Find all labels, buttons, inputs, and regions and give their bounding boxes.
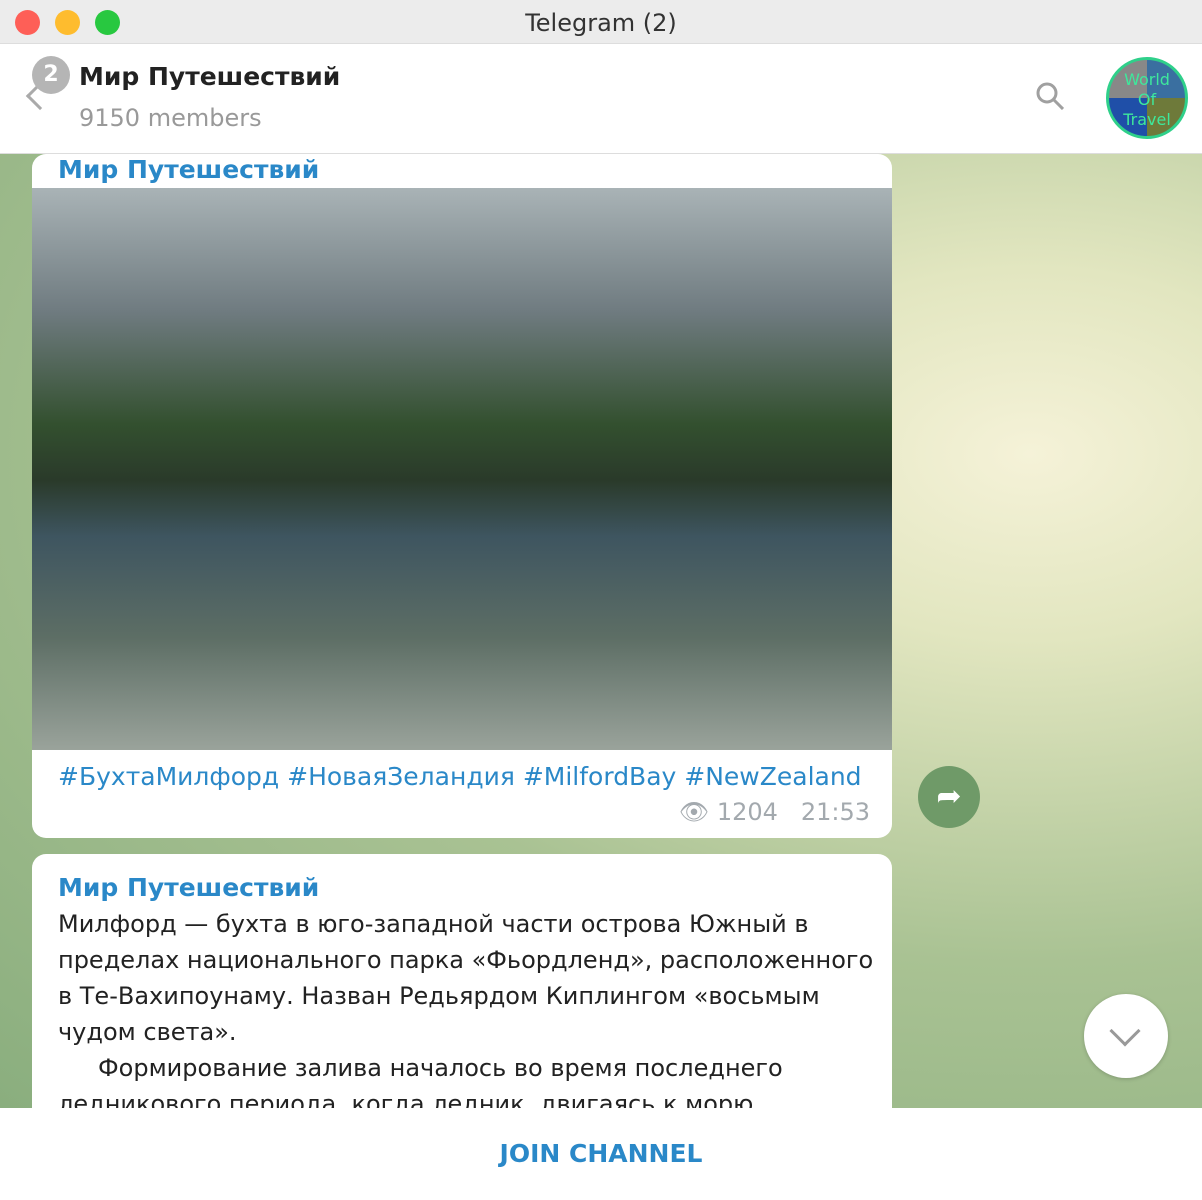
chat-background: Мир Путешествий #БухтаМилфорд #НоваяЗела…	[0, 154, 1202, 1154]
message-hashtags[interactable]: #БухтаМилфорд #НоваяЗеландия #MilfordBay…	[58, 762, 862, 791]
message-sender[interactable]: Мир Путешествий	[58, 870, 878, 906]
view-count: 1204	[716, 798, 778, 826]
unread-badge: 2	[32, 56, 70, 94]
chat-header	[0, 44, 1202, 154]
avatar-text: Of	[1137, 90, 1157, 109]
window-title: Telegram (2)	[525, 9, 677, 37]
avatar-text: World	[1124, 70, 1170, 89]
message-meta: 👁 1204 21:53	[679, 798, 870, 826]
channel-name[interactable]: Мир Путешествий	[79, 62, 340, 91]
message-sender[interactable]: Мир Путешествий	[58, 155, 319, 184]
channel-avatar[interactable]: World Of Travel	[1106, 57, 1188, 139]
avatar-text: Travel	[1123, 110, 1171, 129]
message-photo[interactable]	[32, 188, 892, 750]
join-channel-button[interactable]: JOIN CHANNEL	[0, 1108, 1202, 1200]
share-arrow-icon: ➦	[936, 779, 962, 814]
message-time: 21:53	[800, 798, 870, 826]
title-bar: Telegram (2)	[0, 0, 1202, 44]
message-paragraph: Милфорд — бухта в юго-западной части ост…	[58, 910, 874, 1046]
forward-button[interactable]: ➦	[918, 766, 980, 828]
message-bubble: Мир Путешествий #БухтаМилфорд #НоваяЗела…	[32, 154, 892, 838]
search-icon[interactable]	[1036, 82, 1064, 110]
scroll-down-button[interactable]	[1084, 994, 1168, 1078]
eye-icon: 👁	[678, 798, 710, 826]
member-count: 9150 members	[79, 104, 262, 132]
chevron-down-icon	[1109, 1015, 1141, 1047]
